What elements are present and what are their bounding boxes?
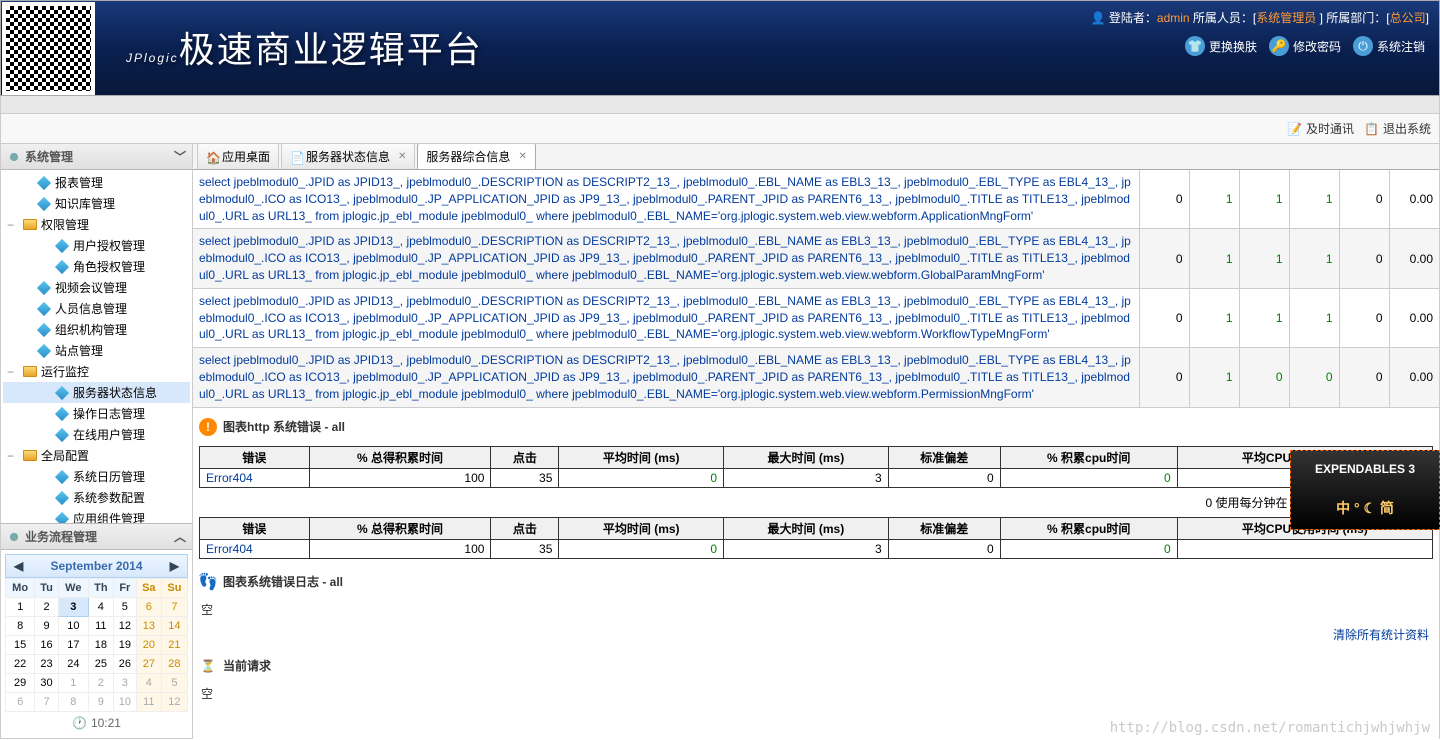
tree-item[interactable]: 应用组件管理 [3, 508, 190, 523]
tree-item[interactable]: 视频会议管理 [3, 277, 190, 298]
tree-item[interactable]: 站点管理 [3, 340, 190, 361]
note-icon: 📝 [1287, 122, 1302, 136]
user-icon: 👤 [1091, 11, 1106, 25]
footprint-icon: 👣 [199, 573, 217, 591]
close-icon[interactable]: ✕ [518, 151, 526, 162]
tree-item[interactable]: 人员信息管理 [3, 298, 190, 319]
tree-item[interactable]: 知识库管理 [3, 193, 190, 214]
tree-item[interactable]: −全局配置 [3, 445, 190, 466]
secondary-toolbar: 📝及时通讯 📋退出系统 [0, 114, 1440, 144]
tree-item[interactable]: 操作日志管理 [3, 403, 190, 424]
error-meta: 0 使用每分钟在 1 错误 ⊟描述 ⊞最后 [193, 492, 1439, 513]
toolbar-strip [0, 96, 1440, 114]
table-row: select jpeblmodul0_.JPID as JPID13_, jpe… [193, 170, 1439, 229]
chevron-down-icon: ﹀ [174, 148, 186, 165]
clock-icon: 🕐 [72, 716, 87, 730]
password-button[interactable]: 🔑修改密码 [1265, 34, 1345, 58]
desc-link[interactable]: 描述 [1353, 496, 1377, 510]
table-row: select jpeblmodul0_.JPID as JPID13_, jpe… [193, 348, 1439, 407]
content-body[interactable]: select jpeblmodul0_.JPID as JPID13_, jpe… [193, 170, 1439, 739]
section-http-errors: ! 图表http 系统错误 - all [193, 408, 1439, 442]
tree-item[interactable]: 在线用户管理 [3, 424, 190, 445]
tree-item[interactable]: 服务器状态信息 [3, 382, 190, 403]
calendar-time: 🕐10:21 [5, 712, 188, 734]
tree-item[interactable]: 角色授权管理 [3, 256, 190, 277]
warning-icon: ! [199, 418, 217, 436]
power-icon: ⏻ [1353, 36, 1373, 56]
tab-icon: 📄 [290, 151, 302, 163]
panel-workflow-management[interactable]: 业务流程管理 ︿ [1, 523, 192, 549]
panel-system-management[interactable]: 系统管理 ﹀ [1, 144, 192, 170]
table-row: Error404100350300 [200, 539, 1433, 558]
cal-next-button[interactable]: ▶ [166, 559, 183, 573]
error-table-1: 错误% 总得积累时间点击平均时间 (ms)最大时间 (ms)标准偏差% 积累cp… [199, 446, 1433, 488]
hourglass-icon: ⏳ [199, 657, 217, 675]
tree-item[interactable]: −运行监控 [3, 361, 190, 382]
section-sys-error-log: 👣 图表系统错误日志 - all [193, 563, 1439, 597]
sidebar: 系统管理 ﹀ 报表管理知识库管理−权限管理用户授权管理角色授权管理视频会议管理人… [0, 144, 193, 739]
skin-button[interactable]: 👕更换换肤 [1181, 34, 1261, 58]
table-row: Error404100350300 [200, 468, 1433, 487]
clear-stats-link[interactable]: 清除所有统计资料 [1333, 628, 1429, 642]
exit-system-button[interactable]: 📋退出系统 [1364, 120, 1431, 137]
section-current-request: ⏳ 当前请求 [193, 647, 1439, 681]
gear-icon [7, 530, 21, 544]
tab[interactable]: 🏠应用桌面 [197, 144, 279, 169]
tab-icon: 🏠 [206, 151, 218, 163]
cal-title: September 2014 [50, 559, 142, 573]
empty-text-2: 空 [193, 681, 1439, 706]
gear-icon [7, 150, 21, 164]
qr-code [2, 2, 95, 95]
calendar-widget: ◀ September 2014 ▶ MoTuWeThFrSaSu1234567… [1, 549, 192, 738]
content-area: 🏠应用桌面📄服务器状态信息✕服务器综合信息✕ select jpeblmodul… [193, 144, 1440, 739]
instant-message-button[interactable]: 📝及时通讯 [1287, 120, 1354, 137]
nav-tree: 报表管理知识库管理−权限管理用户授权管理角色授权管理视频会议管理人员信息管理组织… [1, 170, 192, 523]
exit-icon: 📋 [1364, 122, 1379, 136]
app-header: JPlogic极速商业逻辑平台 👤 登陆者：admin 所属人员：[系统管理员 … [0, 0, 1440, 96]
tree-item[interactable]: 报表管理 [3, 172, 190, 193]
tab[interactable]: 服务器综合信息✕ [417, 144, 535, 169]
error-table-2: 错误% 总得积累时间点击平均时间 (ms)最大时间 (ms)标准偏差% 积累cp… [199, 517, 1433, 559]
sql-table: select jpeblmodul0_.JPID as JPID13_, jpe… [193, 170, 1439, 408]
close-icon[interactable]: ✕ [398, 151, 406, 162]
empty-text-1: 空 [193, 597, 1439, 622]
shirt-icon: 👕 [1185, 36, 1205, 56]
tree-item[interactable]: −权限管理 [3, 214, 190, 235]
tab-bar: 🏠应用桌面📄服务器状态信息✕服务器综合信息✕ [193, 144, 1439, 170]
cal-prev-button[interactable]: ◀ [10, 559, 27, 573]
chevron-up-icon: ︿ [174, 528, 186, 545]
table-row: select jpeblmodul0_.JPID as JPID13_, jpe… [193, 288, 1439, 347]
tree-item[interactable]: 系统参数配置 [3, 487, 190, 508]
key-icon: 🔑 [1269, 36, 1289, 56]
header-userinfo: 👤 登陆者：admin 所属人员：[系统管理员 ] 所属部门：[总公司] 👕更换… [1091, 9, 1429, 58]
last-link[interactable]: 最后 [1405, 496, 1429, 510]
tree-item[interactable]: 用户授权管理 [3, 235, 190, 256]
calendar-table[interactable]: MoTuWeThFrSaSu12345678910111213141516171… [5, 578, 188, 712]
table-row: select jpeblmodul0_.JPID as JPID13_, jpe… [193, 229, 1439, 288]
app-logo: JPlogic极速商业逻辑平台 [96, 1, 513, 95]
tree-item[interactable]: 系统日历管理 [3, 466, 190, 487]
logout-button[interactable]: ⏻系统注销 [1349, 34, 1429, 58]
tree-item[interactable]: 组织机构管理 [3, 319, 190, 340]
tab[interactable]: 📄服务器状态信息✕ [281, 144, 415, 169]
